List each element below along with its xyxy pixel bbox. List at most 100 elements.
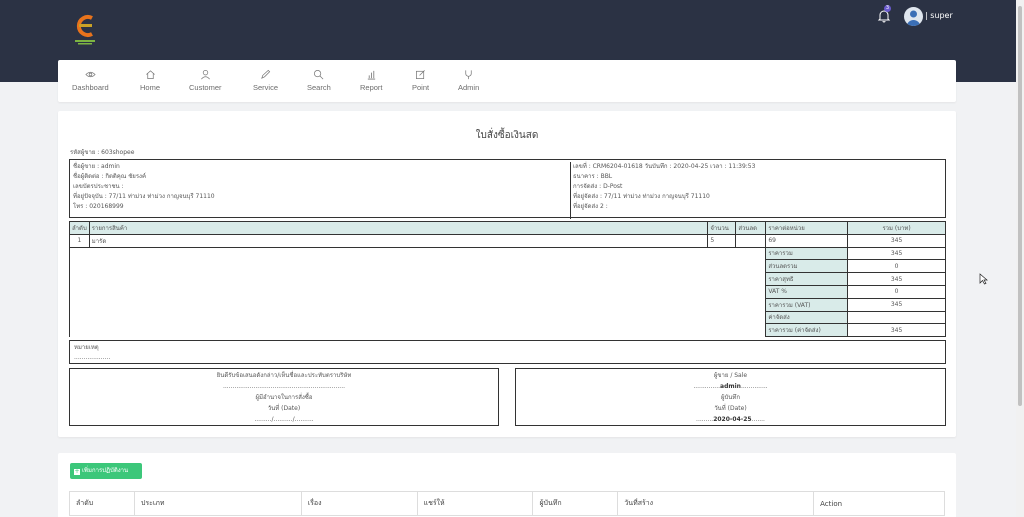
admin-icon [465,70,472,80]
summary-label: ค่าจัดส่ง [765,310,849,325]
summary-label: ราคารวม (ค่าจัดส่ง) [765,323,849,338]
history-col: วันที่สร้าง [617,491,815,516]
order-meta: เลขที่ : CRM6204-01618 วันบันทึก : 2020-… [570,162,940,219]
summary-label: VAT % [765,284,849,299]
note-box: หมายเหตุ ................... [69,340,946,364]
sale-title: ผู้ขาย / Sale [713,372,748,379]
seller-code: รหัสผู้ขาย : 603shopee [70,149,135,156]
history-col: ลำดับ [69,491,135,516]
cell-unit-price: 69 [765,233,849,248]
nav-item-dashboard[interactable]: Dashboard [72,69,109,92]
shipping-method: การจัดส่ง : D-Post [573,183,623,190]
nav-item-service[interactable]: Service [253,69,278,92]
bank: ธนาคาร : BBL [573,173,613,180]
recorder-role: ผู้บันทึก [720,394,740,401]
summary-value [847,310,946,325]
customer-info: ชื่อผู้ขาย : admin ชื่อผู้ติดต่อ : กิตติ… [73,162,563,212]
nav-label: Admin [458,83,480,92]
avatar[interactable] [904,7,923,26]
pen-icon [261,69,271,79]
record-date-line: .........2020-04-25....... [696,416,765,423]
signature-line: ........................................… [222,383,346,390]
add-activity-button[interactable]: + เพิ่มการปฏิบัติงาน [70,463,142,479]
user-icon [200,70,210,80]
record-date: 2020-04-25 [713,416,752,423]
nav-label: Home [140,83,161,92]
summary-value: 345 [847,297,946,312]
history-header: ลำดับ ประเภท เรื่อง แชร์ให้ ผู้บันทึก วั… [69,491,945,516]
note-line: ................... [74,354,111,361]
history-card: + เพิ่มการปฏิบัติงาน ลำดับ ประเภท เรื่อง … [58,453,956,517]
nav-label: Report [360,83,383,92]
search-icon [314,70,324,80]
nav-label: Search [307,83,331,92]
order-number: เลขที่ : CRM6204-01618 วันบันทึก : 2020-… [573,163,756,170]
cell-total: 345 [847,233,946,248]
history-col: แชร์ให้ [416,491,534,516]
nav-item-home[interactable]: Home [140,69,160,92]
summary-label: ส่วนลดรวม [765,259,849,274]
items-blank-area [68,247,767,337]
nav-label: Customer [189,83,222,92]
history-col: ผู้บันทึก [532,491,619,516]
current-address: ที่อยู่ปัจจุบัน : 77/11 ท่าม่วง ท่าม่วง … [73,193,215,200]
cell-item: มารัด [88,233,709,248]
sale-name-line: ..............admin.............. [693,383,768,390]
date-label: วันที่ (Date) [714,405,747,412]
note-label: หมายเหตุ [74,344,99,351]
order-info-box: ชื่อผู้ขาย : admin ชื่อผู้ติดต่อ : กิตติ… [69,159,946,219]
company-logo[interactable] [72,12,98,48]
nav-item-report[interactable]: Report [360,69,383,92]
col-no: ลำดับ [69,221,90,235]
cell-discount [735,233,767,248]
phone: โทร : 020168999 [73,203,124,210]
scrollbar-thumb[interactable] [1018,6,1022,406]
nav-item-customer[interactable]: Customer [189,69,222,92]
username[interactable]: | super [925,11,953,20]
col-total: รวม (บาท) [847,221,946,235]
summary-label: ราคารวม (VAT) [765,297,849,312]
plus-icon: + [74,468,80,475]
history-col: เรื่อง [300,491,418,516]
nav-item-admin[interactable]: Admin [458,69,479,92]
acceptance-statement: ยินดีรับข้อเสนอดังกล่าว/เห็นชื่อและประทั… [216,372,352,379]
summary-value: 345 [847,246,946,261]
nav-label: Dashboard [72,83,109,92]
notification-badge: 3 [884,5,891,12]
history-table: ลำดับ ประเภท เรื่อง แชร์ให้ ผู้บันทึก วั… [69,491,945,516]
summary-value-grand-total: 345 [847,323,946,338]
col-discount: ส่วนลด [735,221,767,235]
nav-item-search[interactable]: Search [307,69,331,92]
items-table: ลำดับ รายการสินค้า จำนวน ส่วนลด ราคาต่อห… [68,221,946,338]
shipping-address: ที่อยู่จัดส่ง : 77/11 ท่าม่วง ท่าม่วง กา… [573,193,710,200]
order-card: ใบสั่งซื้อเงินสด รหัสผู้ขาย : 603shopee … [58,111,956,437]
summary-value: 345 [847,272,946,286]
nav-label: Service [253,83,279,92]
date-line: ........./........../.......... [254,416,314,423]
summary-row: ราคารวม 345 [68,246,946,337]
cell-no: 1 [69,233,90,248]
eye-icon [85,71,96,78]
main-nav: Dashboard Home Customer Service Search R… [58,60,956,102]
nav-item-point[interactable]: Point [412,69,429,92]
date-label: วันที่ (Date) [267,405,301,412]
cell-qty: 5 [707,233,737,248]
table-row: 1 มารัด 5 69 345 [69,233,946,248]
sale-name: admin [720,383,741,390]
id-card: เลขบัตรประชาชน : [73,183,124,190]
nav-label: Point [412,83,430,92]
buyer-signature-box: ยินดีรับข้อเสนอดังกล่าว/เห็นชื่อและประทั… [69,368,499,426]
col-qty: จำนวน [707,221,737,235]
document-title: ใบสั่งซื้อเงินสด [475,130,539,141]
history-col: ประเภท [133,491,302,516]
summary-value: 0 [847,284,946,299]
add-activity-label: เพิ่มการปฏิบัติงาน [82,467,129,474]
col-unit-price: ราคาต่อหน่วย [765,221,849,235]
summary-label: ราคาสุทธิ [765,272,849,286]
seller-signature-box: ผู้ขาย / Sale ..............admin.......… [515,368,946,426]
seller-name: ชื่อผู้ขาย : admin [73,163,120,170]
summary-value: 0 [847,259,946,274]
edit-icon [416,70,425,79]
home-icon [145,70,155,79]
history-col-action: Action [813,491,945,516]
